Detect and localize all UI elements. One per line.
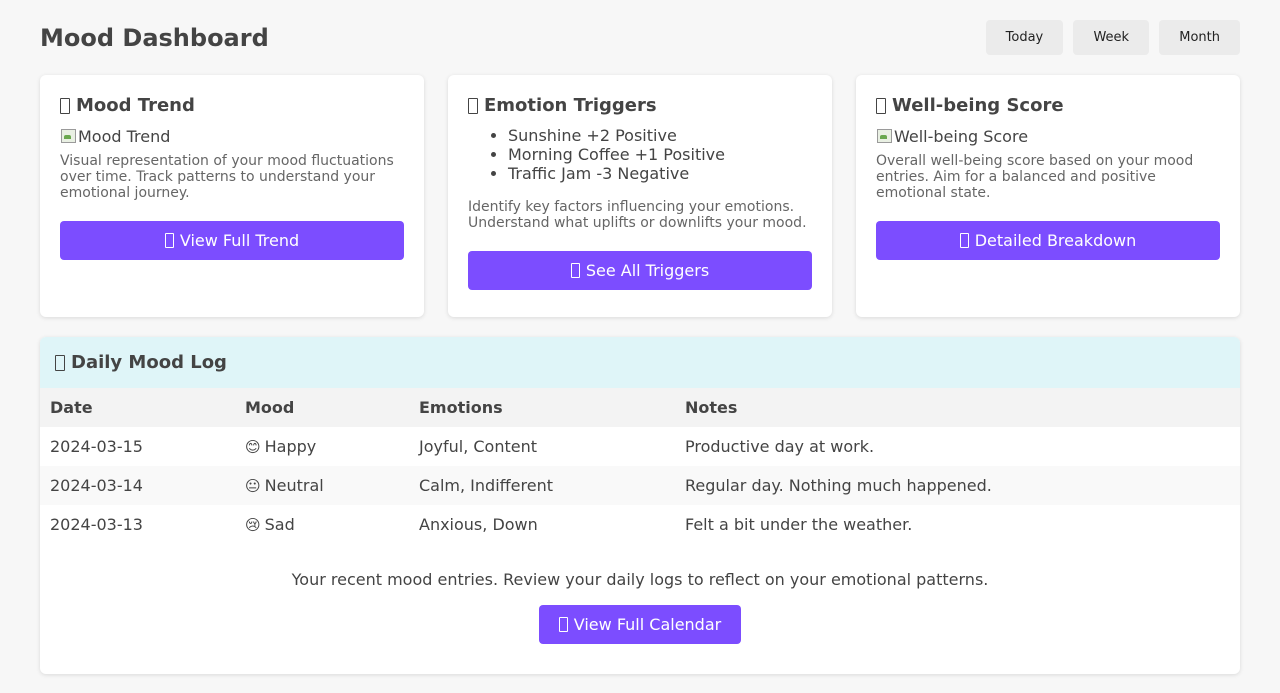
cell-date: 2024-03-15 xyxy=(50,437,143,456)
cell-notes: Felt a bit under the weather. xyxy=(685,515,913,534)
calendar-icon xyxy=(558,617,568,632)
wellbeing-description: Overall well-being score based on your m… xyxy=(876,153,1194,201)
mood-label: Neutral xyxy=(264,476,324,495)
view-full-trend-button[interactable]: View Full Trend xyxy=(60,221,404,260)
detailed-breakdown-button[interactable]: Detailed Breakdown xyxy=(876,221,1220,260)
summary-cards: Mood Trend Mood Trend Visual representat… xyxy=(40,75,1240,317)
today-button[interactable]: Today xyxy=(985,20,1064,55)
column-header-mood: Mood xyxy=(235,388,409,427)
log-footer: Your recent mood entries. Review your da… xyxy=(40,570,1240,644)
wellbeing-card: Well-being Score Well-being Score Overal… xyxy=(856,75,1240,317)
cell-emotions: Anxious, Down xyxy=(419,515,538,534)
mood-label: Sad xyxy=(264,515,295,534)
happy-face-icon: 😊 xyxy=(245,438,261,456)
table-row: 2024-03-15 😊 Happy Joyful, Content Produc… xyxy=(40,427,1240,466)
wellbeing-heading: Well-being Score xyxy=(876,95,1220,116)
log-header: Daily Mood Log xyxy=(40,337,1240,388)
mood-label: Happy xyxy=(264,437,317,456)
column-header-notes: Notes xyxy=(675,388,1240,427)
table-row: 2024-03-13 😢 Sad Anxious, Down Felt a bit… xyxy=(40,505,1240,544)
wellbeing-image-alt: Well-being Score xyxy=(894,126,1029,146)
cell-notes: Productive day at work. xyxy=(685,437,875,456)
mood-trend-title: Mood Trend xyxy=(76,95,195,116)
mood-trend-image: Mood Trend xyxy=(60,126,404,146)
trigger-item: Morning Coffee +1 Positive xyxy=(508,145,812,164)
dashboard-page: Mood Dashboard Today Week Month Mood Tre… xyxy=(0,0,1280,693)
view-full-trend-label: View Full Trend xyxy=(179,231,300,250)
mood-trend-image-alt: Mood Trend xyxy=(78,126,171,146)
sad-face-icon: 😢 xyxy=(245,516,261,534)
trigger-item: Traffic Jam -3 Negative xyxy=(508,164,812,183)
see-all-triggers-label: See All Triggers xyxy=(585,261,710,280)
cell-mood: 😐 Neutral xyxy=(235,466,409,505)
table-header-row: Date Mood Emotions Notes xyxy=(40,388,1240,427)
see-all-triggers-button[interactable]: See All Triggers xyxy=(468,251,812,290)
trigger-list: Sunshine +2 Positive Morning Coffee +1 P… xyxy=(468,126,812,183)
column-header-date: Date xyxy=(40,388,235,427)
mood-log-table: Date Mood Emotions Notes 2024-03-15 😊 Hap… xyxy=(40,388,1240,544)
log-footer-text: Your recent mood entries. Review your da… xyxy=(291,570,989,589)
week-button[interactable]: Week xyxy=(1073,20,1150,55)
range-selector: Today Week Month xyxy=(985,20,1240,55)
wellbeing-image: Well-being Score xyxy=(876,126,1220,146)
cell-emotions: Calm, Indifferent xyxy=(409,466,675,505)
header: Mood Dashboard Today Week Month xyxy=(40,0,1240,75)
view-full-calendar-label: View Full Calendar xyxy=(573,615,722,634)
emotion-triggers-title: Emotion Triggers xyxy=(484,95,657,116)
emotion-triggers-card: Emotion Triggers Sunshine +2 Positive Mo… xyxy=(448,75,832,317)
mood-trend-heading: Mood Trend xyxy=(60,95,404,116)
month-button[interactable]: Month xyxy=(1159,20,1240,55)
broken-image-icon xyxy=(876,128,892,144)
neutral-face-icon: 😐 xyxy=(245,477,261,495)
broken-image-icon xyxy=(60,128,76,144)
cell-date: 2024-03-14 xyxy=(40,466,235,505)
trend-icon xyxy=(164,233,174,248)
detailed-breakdown-label: Detailed Breakdown xyxy=(974,231,1137,250)
trigger-item: Sunshine +2 Positive xyxy=(508,126,812,145)
emotion-triggers-heading: Emotion Triggers xyxy=(468,95,812,116)
page-title: Mood Dashboard xyxy=(40,23,269,52)
log-title: Daily Mood Log xyxy=(71,352,227,373)
heart-icon xyxy=(876,97,886,114)
chart-icon xyxy=(60,97,70,114)
lightning-icon xyxy=(468,97,478,114)
wellbeing-title: Well-being Score xyxy=(892,95,1064,116)
emotion-triggers-description: Identify key factors influencing your em… xyxy=(468,199,807,231)
cell-mood: 😢 Sad xyxy=(235,505,409,544)
daily-mood-log: Daily Mood Log Date Mood Emotions Notes … xyxy=(40,337,1240,674)
cell-date: 2024-03-13 xyxy=(50,515,143,534)
breakdown-icon xyxy=(959,233,969,248)
mood-trend-card: Mood Trend Mood Trend Visual representat… xyxy=(40,75,424,317)
view-full-calendar-button[interactable]: View Full Calendar xyxy=(538,605,742,644)
table-row: 2024-03-14 😐 Neutral Calm, Indifferent Re… xyxy=(40,466,1240,505)
cell-notes: Regular day. Nothing much happened. xyxy=(675,466,1240,505)
list-icon xyxy=(570,263,580,278)
calendar-icon xyxy=(55,354,65,371)
cell-mood: 😊 Happy xyxy=(235,427,409,466)
column-header-emotions: Emotions xyxy=(409,388,675,427)
mood-trend-description: Visual representation of your mood fluct… xyxy=(60,153,394,201)
cell-emotions: Joyful, Content xyxy=(419,437,537,456)
log-heading: Daily Mood Log xyxy=(55,352,227,373)
